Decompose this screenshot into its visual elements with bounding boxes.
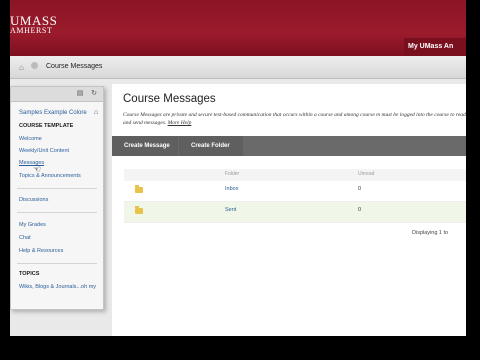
course-menu: ▤ ↻ Samples Example Colore ⌂ COURSE TEMP… [10, 86, 104, 310]
main-content: Course Messages Course Messages are priv… [112, 84, 466, 336]
column-folder[interactable]: Folder [225, 171, 239, 177]
action-bar: Create Message Create Folder [112, 136, 466, 156]
logo-line1: UMASS [10, 13, 58, 28]
folder-link-inbox[interactable]: Inbox [225, 186, 238, 192]
folders-table: Folder Unread Inbox 0 Sent 0 [124, 169, 466, 223]
folder-icon [135, 206, 143, 214]
course-home-icon[interactable]: ⌂ [94, 109, 98, 116]
menu-item-wikis-blogs-journals[interactable]: Wikis, Blogs & Journals...oh my [19, 284, 96, 290]
course-menu-toolbar: ▤ ↻ [11, 87, 103, 102]
breadcrumb-current: Course Messages [46, 63, 103, 70]
unread-count: 0 [358, 207, 362, 213]
refresh-icon[interactable]: ↻ [89, 89, 99, 99]
menu-item-welcome[interactable]: Welcome [19, 136, 42, 142]
menu-item-my-grades[interactable]: My Grades [19, 222, 46, 228]
home-icon[interactable]: ⌂ [19, 63, 24, 72]
logo-line2: AMHERST [10, 26, 53, 35]
create-folder-button[interactable]: Create Folder [179, 136, 243, 156]
folder-link-sent[interactable]: Sent [225, 207, 236, 213]
unread-count: 0 [358, 186, 362, 192]
table-row: Sent 0 [124, 202, 466, 223]
section-topics: TOPICS [19, 271, 40, 277]
mouse-pointer-icon: ☜ [33, 164, 42, 174]
menu-divider [17, 263, 97, 264]
more-help-link[interactable]: More Help [168, 120, 192, 126]
menu-view-icon[interactable]: ▤ [75, 89, 85, 99]
top-banner: UMASS AMHERST My UMass An [10, 0, 466, 56]
browser-screen: UMASS AMHERST My UMass An ⌂ Course Messa… [10, 0, 466, 336]
breadcrumb-separator-icon [31, 62, 38, 69]
page-description: Course Messages are private and secure t… [123, 111, 466, 127]
course-name-link[interactable]: Samples Example Colore [19, 110, 87, 116]
menu-item-chat[interactable]: Chat [19, 235, 31, 241]
column-unread[interactable]: Unread [358, 171, 374, 177]
page-title: Course Messages [123, 93, 216, 105]
create-message-button[interactable]: Create Message [112, 136, 178, 156]
menu-item-weekly-unit-content[interactable]: Weekly/Unit Content [19, 148, 69, 154]
menu-item-discussions[interactable]: Discussions [19, 197, 48, 203]
breadcrumb: ⌂ Course Messages [10, 56, 466, 79]
menu-divider [17, 188, 97, 189]
pagination-status: Displaying 1 to [412, 230, 449, 236]
my-umass-tab[interactable]: My UMass An [404, 38, 466, 56]
table-header: Folder Unread [124, 169, 466, 181]
menu-item-help-resources[interactable]: Help & Resources [19, 248, 63, 254]
section-course-template: COURSE TEMPLATE [19, 123, 74, 129]
umass-logo[interactable]: UMASS AMHERST [10, 13, 58, 36]
menu-item-topics-announcements[interactable]: Topics & Announcements [19, 173, 81, 179]
table-row: Inbox 0 [124, 181, 466, 202]
folder-icon [135, 185, 143, 193]
menu-divider [17, 212, 97, 213]
